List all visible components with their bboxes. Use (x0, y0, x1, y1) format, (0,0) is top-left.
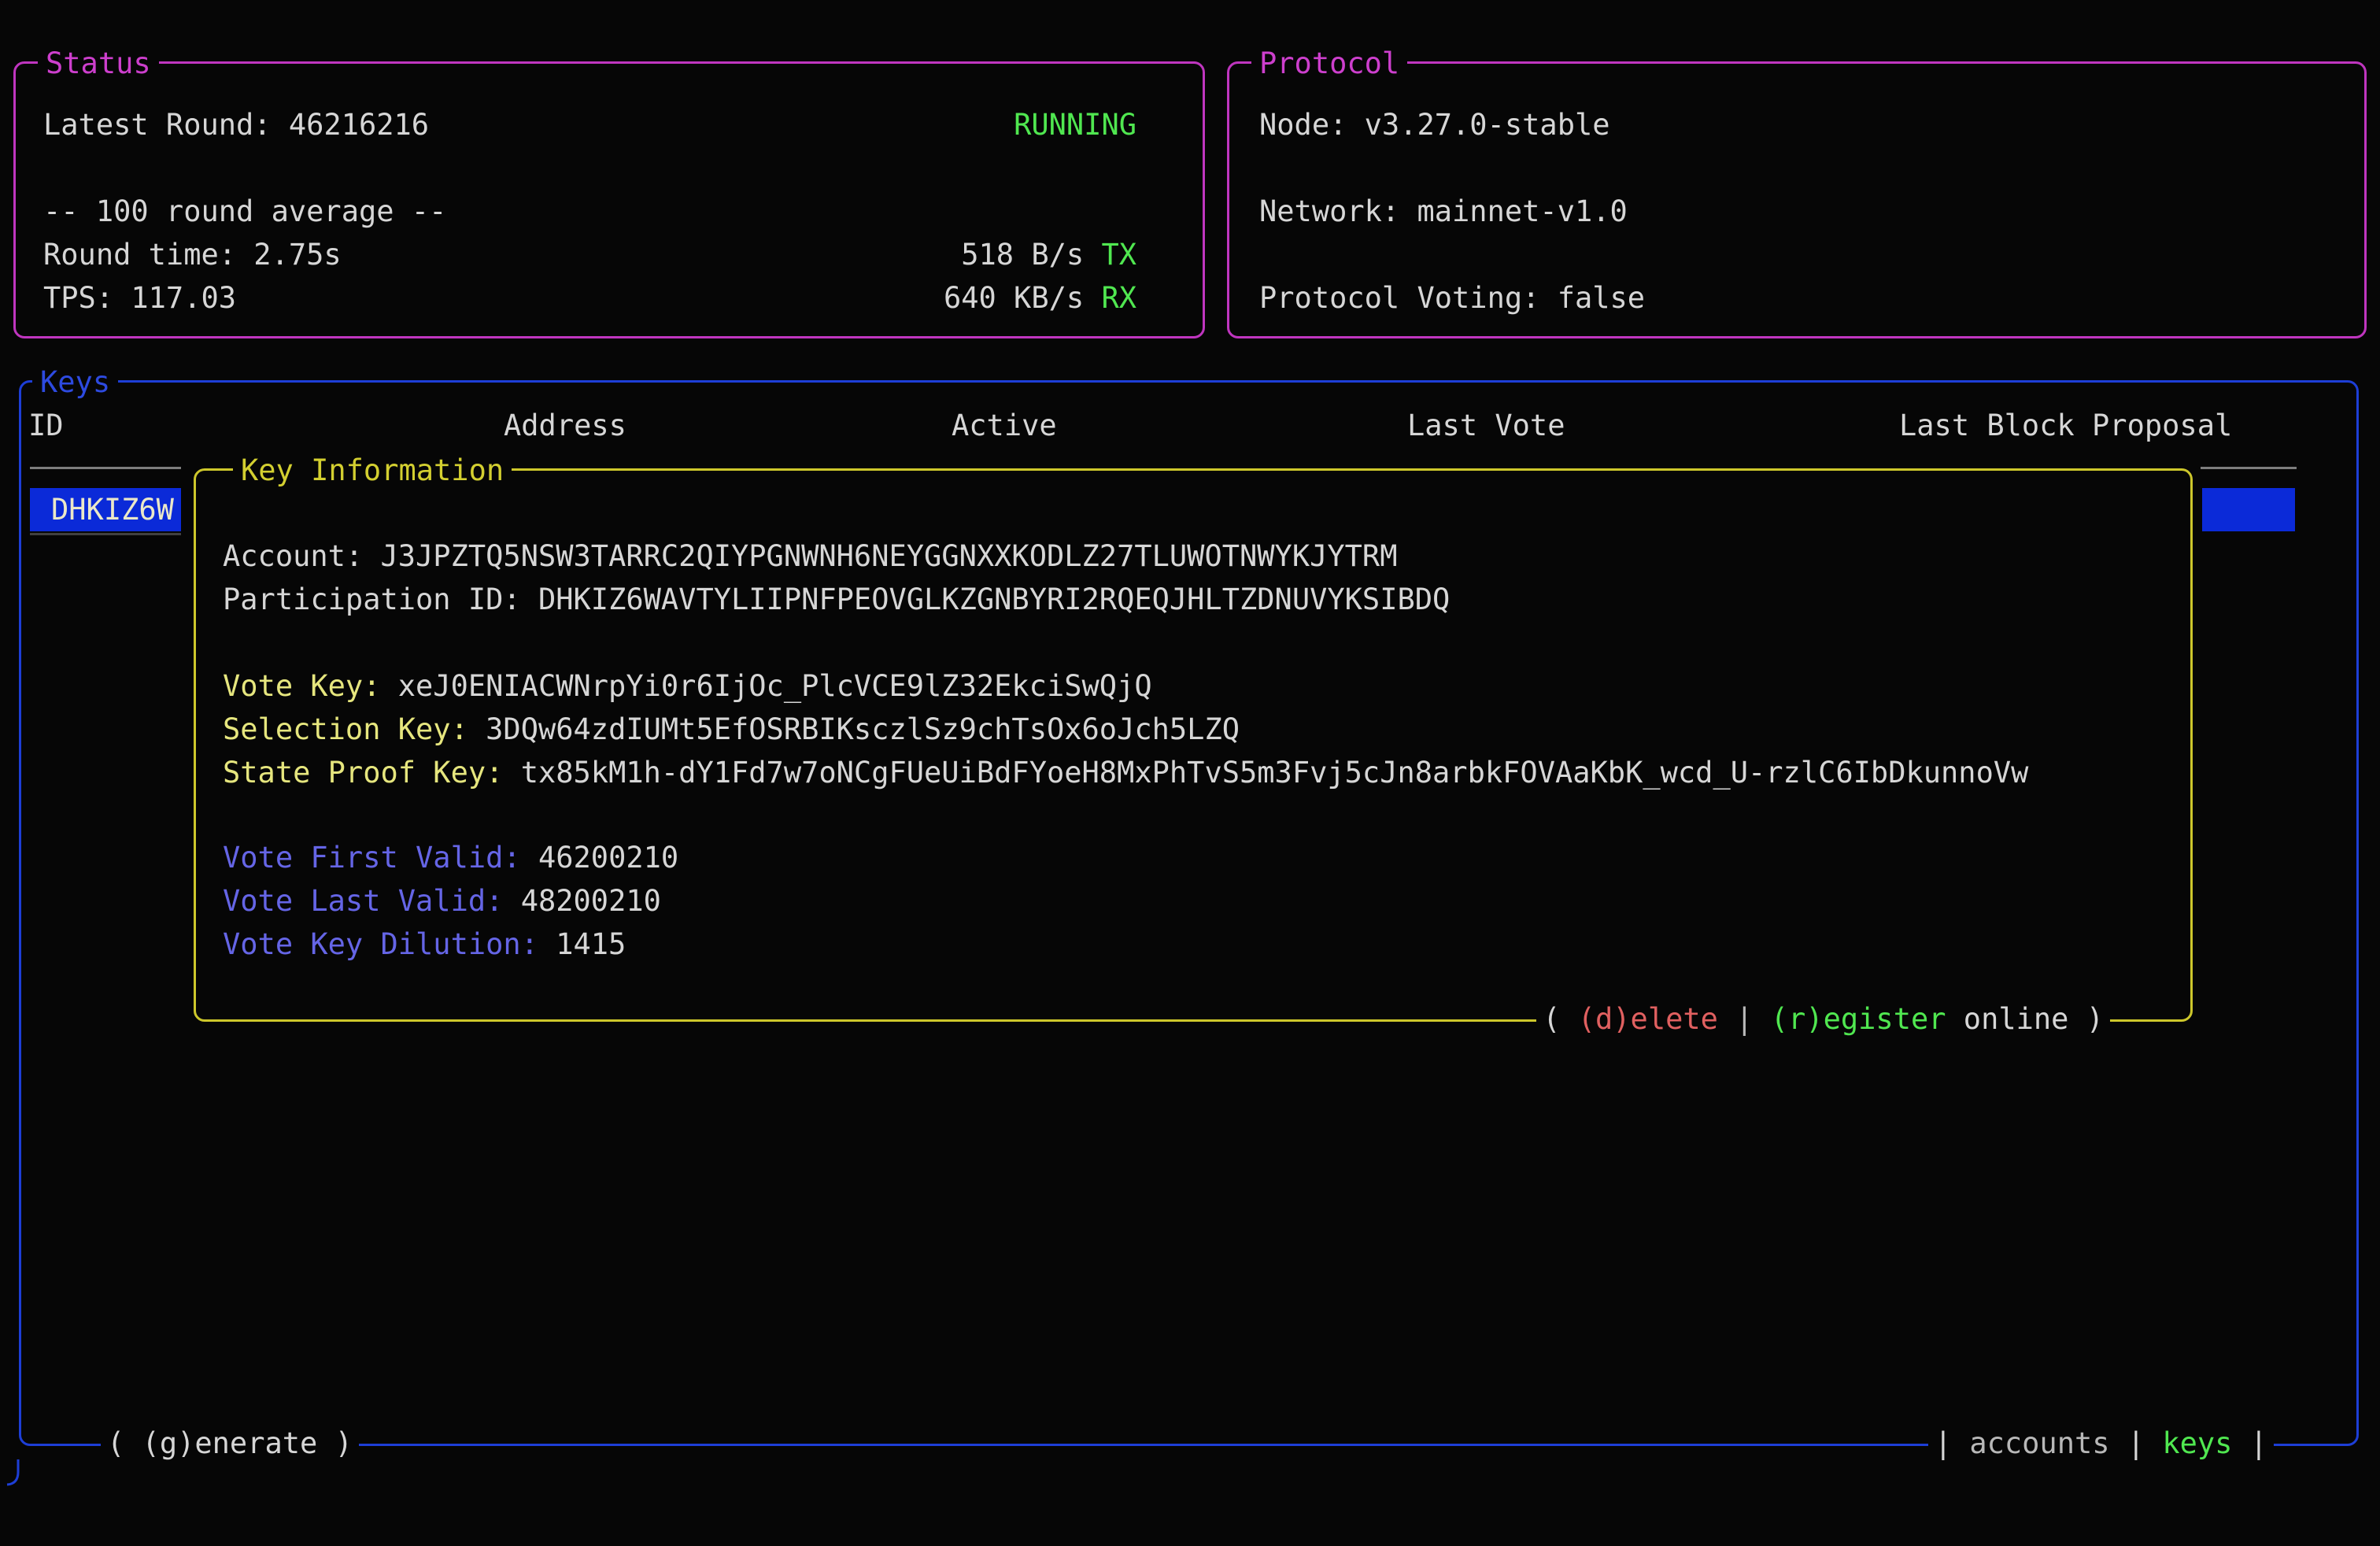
state-proof-key-label: State Proof Key: (223, 751, 503, 794)
protocol-panel-body: Node: v3.27.0-stable Network: mainnet-v1… (1229, 64, 2364, 336)
tx-rate-value: 518 B/s (961, 233, 1084, 276)
vote-key-dilution-label: Vote Key Dilution: (223, 923, 538, 966)
table-header-separator-right (2201, 467, 2297, 469)
column-header-active: Active (952, 404, 1057, 447)
node-version-text: Node: v3.27.0-stable (1259, 103, 1610, 146)
round-time-text: Round time: 2.75s (43, 233, 342, 276)
participation-id-value: DHKIZ6WAVTYLIIPNFPEOVGLKZGNBYRI2RQEQJHLT… (538, 578, 1450, 621)
modal-action-bar: ( (d)elete | (r)egister online ) (1536, 997, 2110, 1041)
register-online-action[interactable]: (r)egister (1771, 997, 1946, 1041)
keys-panel: Keys ID Address Active Last Vote Last Bl… (19, 380, 2359, 1446)
selected-key-id: DHKIZ6W (51, 488, 174, 531)
tx-rate-unit: TX (1101, 233, 1136, 276)
account-value: J3JPZTQ5NSW3TARRC2QIYPGNWNH6NEYGGNXXKODL… (380, 534, 1397, 578)
tab-keys[interactable]: keys (2162, 1422, 2232, 1465)
tab-divider: | (2250, 1422, 2267, 1465)
rx-rate-value: 640 KB/s (944, 276, 1084, 320)
table-header-separator-left (30, 467, 181, 469)
node-state-badge: RUNNING (1014, 103, 1136, 146)
action-divider: | (1735, 997, 1753, 1041)
vote-first-valid-label: Vote First Valid: (223, 836, 521, 879)
selected-row-underline (30, 533, 181, 535)
latest-round-text: Latest Round: 46216216 (43, 103, 429, 146)
column-header-address: Address (504, 404, 626, 447)
table-row-selected-id-cell[interactable]: DHKIZ6W (30, 488, 181, 531)
round-average-header: -- 100 round average -- (43, 190, 446, 233)
spacer-row (43, 146, 1136, 190)
spacer-row (1259, 146, 2333, 190)
tab-divider: | (2127, 1422, 2145, 1465)
status-panel-title: Status (38, 42, 159, 85)
spacer-row (1259, 233, 2333, 276)
vote-key-dilution-value: 1415 (556, 923, 626, 966)
delete-action[interactable]: (d)elete (1578, 997, 1718, 1041)
key-information-title: Key Information (233, 449, 512, 492)
tx-rate-group: 518 B/s TX (961, 233, 1136, 276)
network-text: Network: mainnet-v1.0 (1259, 190, 1628, 233)
tab-divider: | (1935, 1422, 1952, 1465)
selection-key-label: Selection Key: (223, 708, 468, 751)
state-proof-key-value: tx85kM1h-dY1Fd7w7oNCgFUeUiBdFYoeH8MxPhTv… (521, 751, 2029, 794)
border-corner-fragment (5, 1456, 27, 1491)
register-online-suffix: online (1964, 997, 2069, 1041)
vote-first-valid-value: 46200210 (538, 836, 678, 879)
tab-accounts[interactable]: accounts (1969, 1422, 2109, 1465)
keys-panel-title: Keys (32, 361, 118, 404)
rx-rate-unit: RX (1101, 276, 1136, 320)
tps-text: TPS: 117.03 (43, 276, 236, 320)
generate-button[interactable]: ( (g)enerate ) (101, 1422, 359, 1465)
protocol-voting-text: Protocol Voting: false (1259, 276, 1645, 320)
vote-key-value: xeJ0ENIACWNrpYi0r6IjOc_PlcVCE9lZ32EkciSw… (398, 664, 1152, 708)
key-information-modal: Key Information Account: J3JPZTQ5NSW3TAR… (194, 468, 2193, 1022)
column-header-last-vote: Last Vote (1407, 404, 1565, 447)
vote-last-valid-label: Vote Last Valid: (223, 879, 503, 923)
participation-id-label: Participation ID: (223, 578, 521, 621)
status-panel-body: Latest Round: 46216216 RUNNING -- 100 ro… (16, 64, 1203, 336)
selection-key-value: 3DQw64zdIUMt5EfOSRBIKsczlSz9chTsOx6oJch5… (486, 708, 1240, 751)
status-panel: Status Latest Round: 46216216 RUNNING --… (13, 61, 1205, 338)
view-tabs: | accounts | keys | (1928, 1422, 2274, 1465)
vote-key-label: Vote Key: (223, 664, 380, 708)
protocol-panel: Protocol Node: v3.27.0-stable Network: m… (1227, 61, 2367, 338)
action-bar-close-paren: ) (2086, 997, 2104, 1041)
action-bar-open-paren: ( (1543, 997, 1560, 1041)
column-header-id: ID (28, 404, 64, 447)
terminal-screen: { "colors": { "magenta_border": "#bf35bf… (0, 0, 2380, 1546)
vote-last-valid-value: 48200210 (521, 879, 661, 923)
table-row-selected-right-fragment (2202, 488, 2295, 531)
rx-rate-group: 640 KB/s RX (944, 276, 1136, 320)
protocol-panel-title: Protocol (1251, 42, 1407, 85)
column-header-last-block-proposal: Last Block Proposal (1899, 404, 2232, 447)
account-label: Account: (223, 534, 363, 578)
